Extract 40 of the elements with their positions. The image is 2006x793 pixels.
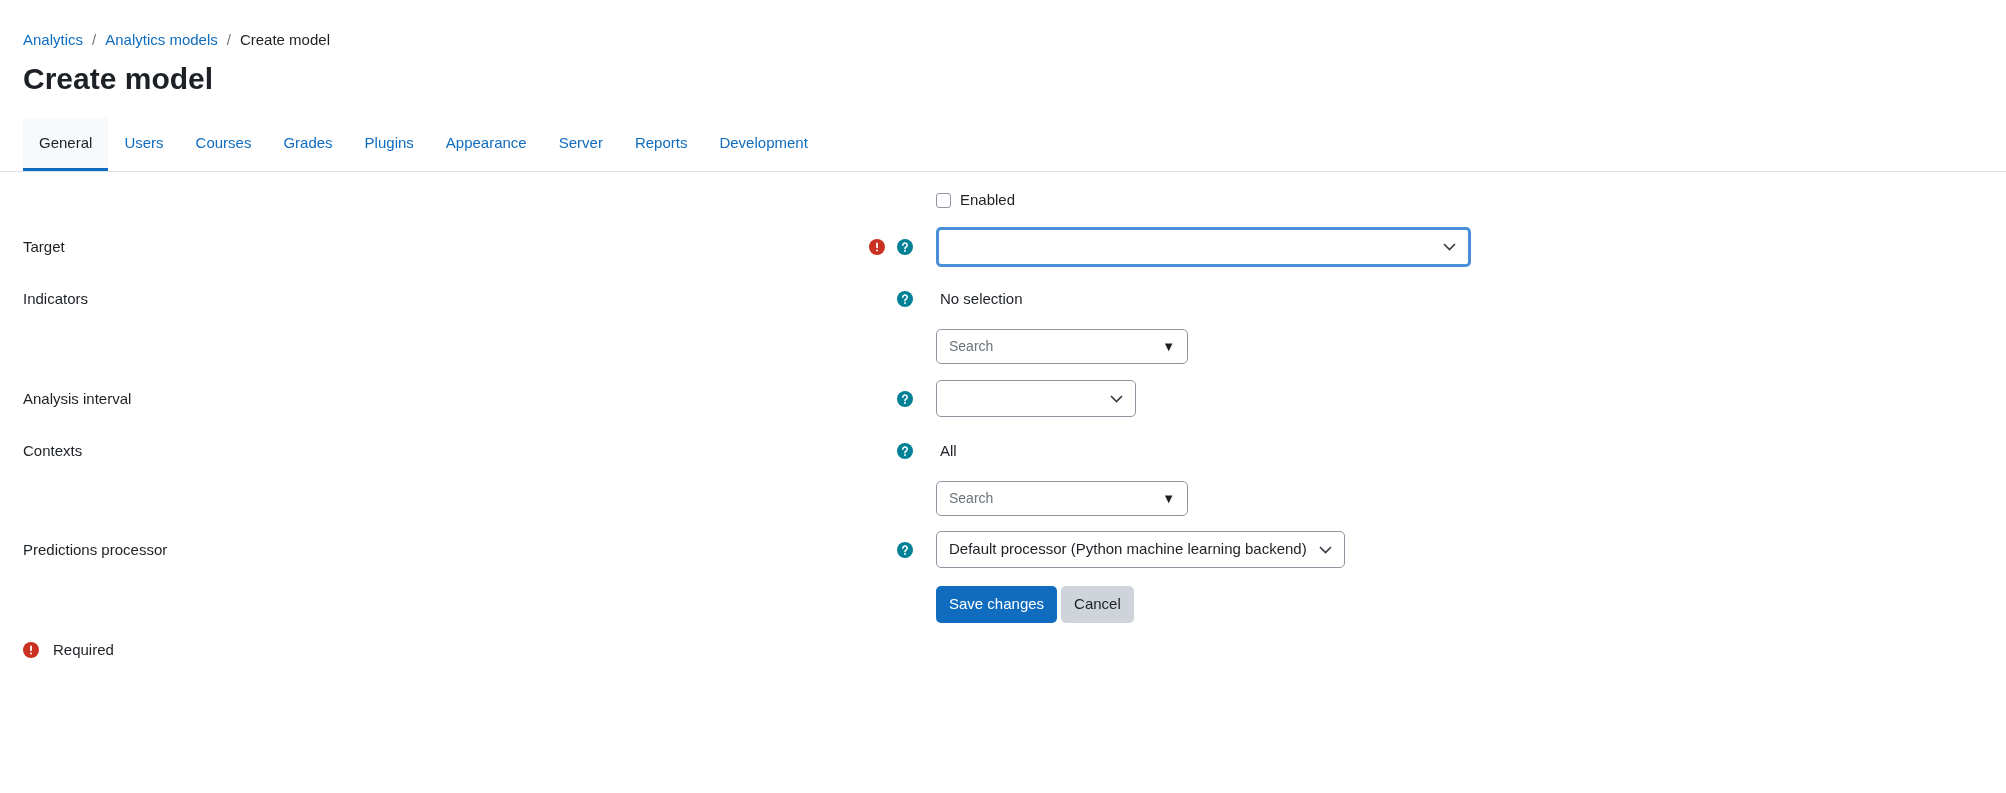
chevron-down-icon — [1110, 394, 1123, 403]
save-button[interactable]: Save changes — [936, 586, 1058, 623]
field-label: Indicators — [23, 288, 89, 309]
field-label: Predictions processor — [23, 539, 168, 560]
help-icon[interactable] — [897, 391, 913, 407]
breadcrumb-link[interactable]: Analytics — [23, 28, 84, 52]
nav-tab[interactable]: Appearance — [429, 118, 543, 171]
nav-tab[interactable]: Development — [703, 118, 824, 171]
help-icon[interactable] — [897, 443, 913, 459]
select-field[interactable] — [936, 227, 1471, 267]
search-dropdown[interactable]: Search ▼ — [936, 481, 1188, 516]
breadcrumb-separator: / — [91, 29, 98, 50]
breadcrumb-current: Create model — [239, 29, 330, 50]
breadcrumb-separator: / — [225, 29, 232, 50]
select-field[interactable]: Default processor (Python machine learning backend) — [936, 531, 1345, 568]
cancel-button[interactable]: Cancel — [1061, 586, 1134, 623]
nav-tab[interactable]: General — [23, 118, 109, 171]
nav-tab[interactable]: Reports — [618, 118, 704, 171]
search-dropdown[interactable]: Search ▼ — [936, 329, 1188, 364]
breadcrumb-link[interactable]: Analytics models — [105, 28, 218, 52]
selection-text: No selection — [939, 288, 1024, 309]
nav-tab[interactable]: Courses — [179, 118, 268, 171]
help-icon[interactable] — [897, 291, 913, 307]
required-icon — [23, 642, 39, 658]
field-label: Analysis interval — [23, 388, 132, 409]
enabled-checkbox[interactable]: Enabled — [936, 189, 1016, 211]
field-label: Target — [23, 236, 65, 257]
required-note: Required — [53, 639, 114, 660]
help-icon[interactable] — [897, 239, 913, 255]
selection-text: All — [939, 440, 958, 461]
help-icon[interactable] — [897, 542, 913, 558]
nav-tab[interactable]: Plugins — [348, 118, 430, 171]
nav-tab[interactable]: Users — [108, 118, 180, 171]
field-label: Contexts — [23, 440, 83, 461]
nav-tab[interactable]: Server — [542, 118, 619, 171]
nav-tab[interactable]: Grades — [267, 118, 349, 171]
chevron-down-icon — [1443, 243, 1456, 251]
chevron-down-icon — [1318, 545, 1332, 554]
select-field[interactable] — [936, 380, 1136, 417]
page-title: Create model — [23, 61, 215, 97]
